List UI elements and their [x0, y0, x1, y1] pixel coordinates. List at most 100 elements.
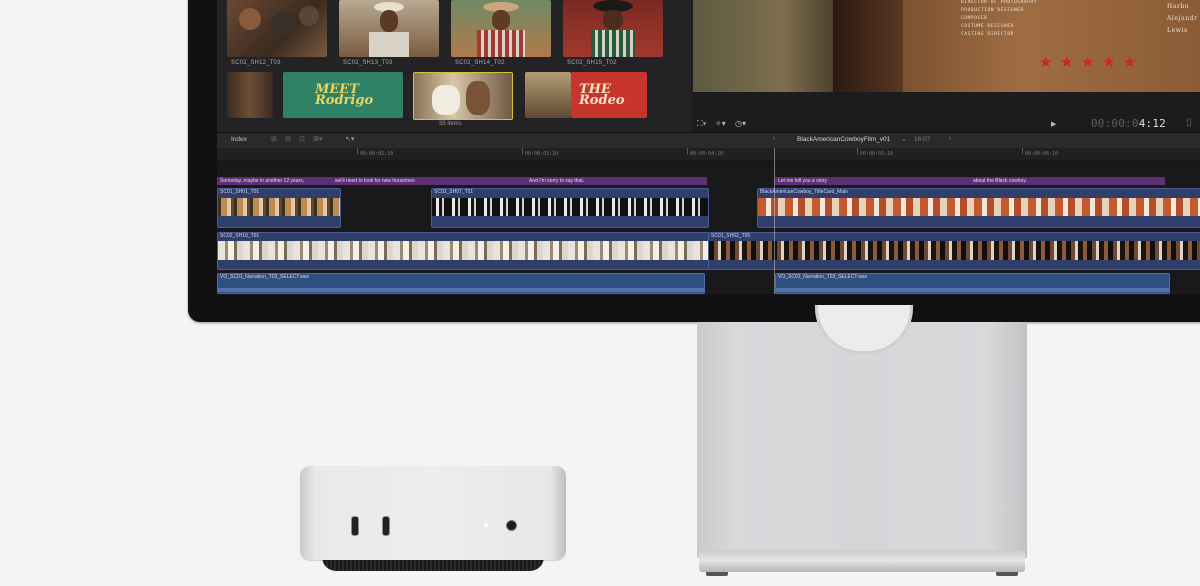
- select-tool-icon[interactable]: ↖▾: [345, 135, 354, 143]
- mac-mini: [300, 466, 566, 560]
- display-stand: [697, 322, 1027, 558]
- project-duration: 16:07: [914, 136, 931, 143]
- usb-c-port: [351, 516, 359, 536]
- audio-clip[interactable]: VO_SC01_Narration_T03_SELECT.wav: [775, 273, 1170, 294]
- caption-text: Let me tell you a story: [778, 178, 827, 184]
- timeline-clip[interactable]: SC01_SH02_T05: [708, 232, 1200, 270]
- play-icon[interactable]: ▶: [1051, 120, 1056, 128]
- ruler-tick: [522, 148, 523, 154]
- title-card-text: THE Rodeo: [579, 82, 625, 108]
- index-button[interactable]: Index: [231, 136, 247, 143]
- stand-base: [699, 550, 1025, 572]
- chevron-down-icon[interactable]: ⌄: [901, 135, 907, 143]
- ruler-tick: [1022, 148, 1023, 154]
- clip-thumbnail[interactable]: [339, 0, 439, 57]
- timeline-ruler[interactable]: 00:00:02:10 00:00:03:10 00:00:04:10 00:0…: [217, 148, 1200, 161]
- viewer-gap: [693, 92, 1200, 116]
- timeline-clip[interactable]: SC01_SH01_T01: [217, 188, 341, 228]
- filmstrip: [218, 241, 708, 260]
- project-title[interactable]: BlackAmericanCowboyFilm_v01: [797, 136, 890, 143]
- credit-line: CASTING DIRECTOR: [961, 32, 1014, 37]
- filmstrip: [432, 198, 708, 216]
- timecode-value: 4:12: [1138, 117, 1166, 130]
- clip-thumbnail-horse[interactable]: [413, 72, 513, 120]
- playhead[interactable]: [774, 148, 775, 294]
- title-card-thumbnail[interactable]: THE Rodeo: [571, 72, 647, 118]
- caption-text: And I'm sorry to say that.: [529, 178, 585, 184]
- enhance-icon[interactable]: ✧▾: [715, 119, 726, 128]
- clip-label: SC02_SH14_T02: [455, 60, 505, 66]
- clip-label: SC02_SH12_T03: [231, 60, 281, 66]
- clip-name: SC01_SH02_T05: [711, 233, 751, 239]
- caption-text: we'll need to look for new horsemen: [335, 178, 415, 184]
- ruler-tick: [857, 148, 858, 154]
- timeline-clip[interactable]: SC02_SH10_T01: [217, 232, 709, 270]
- credit-line: COSTUME DESIGNER: [961, 24, 1014, 29]
- clip-thumbnail[interactable]: [227, 0, 327, 57]
- clip-name: SC02_SH10_T01: [220, 233, 260, 239]
- clip-thumbnail[interactable]: [563, 0, 663, 57]
- timecode-dim: 00:00:0: [1090, 117, 1139, 130]
- ruler-label: 00:00:02:10: [360, 151, 394, 157]
- credit-line: PRODUCTION DESIGNER: [961, 8, 1024, 13]
- filmstrip: [709, 241, 1200, 260]
- star-icon: ★: [1123, 54, 1137, 71]
- credit-name: Lewis: [1167, 27, 1188, 34]
- clip-name: SC01_SH01_T01: [220, 189, 260, 195]
- ruler-tick: [687, 148, 688, 154]
- ruler-label: 00:00:06:10: [1025, 151, 1059, 157]
- star-icon: ★: [1060, 54, 1074, 71]
- caption-track[interactable]: Someday, maybe in another 12 years, we'l…: [217, 177, 707, 185]
- timecode-display: 00:00:04:12: [1091, 117, 1166, 130]
- clip-label: SC02_SH15_T02: [567, 60, 617, 66]
- waveform: [776, 288, 1169, 292]
- clip-thumbnail[interactable]: [451, 0, 551, 57]
- media-browser: SC02_SH12_T03 SC02_SH13_T03 SC02_SH14_T0…: [217, 0, 691, 132]
- star-icon: ★: [1081, 54, 1095, 71]
- waveform: [218, 288, 704, 292]
- overwrite-clip-icon[interactable]: ⊠▾: [313, 135, 322, 143]
- timeline-clip[interactable]: BlackAmericanCowboy_TitleCard_Main: [757, 188, 1200, 228]
- credit-name: Alejandr: [1167, 15, 1198, 22]
- connect-clip-icon[interactable]: ⊞: [271, 135, 277, 143]
- clip-label: SC02_SH13_T03: [343, 60, 393, 66]
- headphone-jack: [506, 520, 517, 531]
- timeline-tracks[interactable]: Someday, maybe in another 12 years, we'l…: [217, 161, 1200, 294]
- credit-line: DIRECTOR OF PHOTOGRAPHY: [961, 0, 1038, 5]
- fullscreen-icon[interactable]: ▯: [1186, 117, 1192, 128]
- title-card-text: MEET Rodrigo: [315, 82, 374, 108]
- clip-thumbnail[interactable]: [525, 72, 571, 118]
- filmstrip: [758, 198, 1200, 216]
- items-count: 35 items: [439, 121, 462, 127]
- ruler-tick: [357, 148, 358, 154]
- credit-line: COMPOSER: [961, 16, 988, 21]
- ruler-label: 00:00:04:10: [690, 151, 724, 157]
- filmstrip: [218, 198, 340, 216]
- caption-text: Someday, maybe in another 12 years,: [220, 178, 305, 184]
- power-led: [484, 523, 488, 527]
- back-arrow-icon[interactable]: ‹: [773, 135, 775, 142]
- caption-text: about the Black cowboy.: [973, 178, 1027, 184]
- viewer-toolbar: ⛶▾ ✧▾ ◷▾ ▶ 00:00:04:12 ▯: [693, 116, 1200, 132]
- caption-track[interactable]: Let me tell you a story about the Black …: [775, 177, 1165, 185]
- star-icon: ★: [1039, 54, 1053, 71]
- append-clip-icon[interactable]: ⊡: [299, 135, 305, 143]
- insert-clip-icon[interactable]: ⊟: [285, 135, 291, 143]
- title-card-thumbnail[interactable]: MEET Rodrigo: [283, 72, 403, 118]
- final-cut-screen: SC02_SH12_T03 SC02_SH13_T03 SC02_SH14_T0…: [217, 0, 1200, 294]
- credit-name: Harbo: [1167, 3, 1190, 10]
- transform-icon[interactable]: ⛶▾: [697, 119, 707, 129]
- clip-thumbnail[interactable]: [227, 72, 273, 118]
- timeline-clip[interactable]: SC02_SH07_T01: [431, 188, 709, 228]
- speed-icon[interactable]: ◷▾: [735, 119, 746, 128]
- usb-c-port: [382, 516, 390, 536]
- audio-clip[interactable]: VO_SC01_Narration_T03_SELECT.wav: [217, 273, 705, 294]
- audio-clip-name: VO_SC01_Narration_T03_SELECT.wav: [778, 274, 868, 280]
- stand-foot: [706, 572, 728, 576]
- forward-arrow-icon[interactable]: ›: [949, 135, 951, 142]
- ruler-label: 00:00:05:10: [860, 151, 894, 157]
- clip-name: SC02_SH07_T01: [434, 189, 474, 195]
- timeline-toolbar: Index ⊞ ⊟ ⊡ ⊠▾ ↖▾ ‹ BlackAmericanCowboyF…: [217, 132, 1200, 149]
- viewer: DIRECTOR OF PHOTOGRAPHY PRODUCTION DESIG…: [693, 0, 1200, 92]
- stand-foot: [996, 572, 1018, 576]
